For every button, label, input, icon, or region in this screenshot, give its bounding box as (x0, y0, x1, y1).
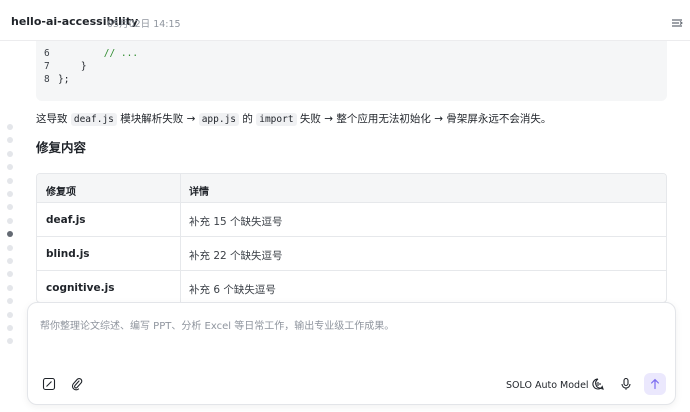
table-cell-item: blind.js (46, 248, 90, 260)
outline-menu-icon[interactable] (670, 15, 684, 29)
code-text: }; (58, 74, 70, 85)
column-divider (180, 174, 181, 302)
inline-code: import (256, 113, 297, 126)
timeline-dot[interactable] (7, 271, 13, 278)
timeline-dot[interactable] (7, 124, 13, 130)
line-number: 6 (44, 48, 50, 59)
table-cell-detail: 补充 6 个缺失逗号 (189, 284, 276, 296)
code-line: 8}; (44, 74, 69, 87)
attachment-icon[interactable] (70, 376, 84, 391)
timeline-dot[interactable] (7, 338, 13, 345)
timeline-dot[interactable] (7, 244, 13, 251)
table-cell-detail: 补充 22 个缺失逗号 (189, 250, 283, 262)
para-text: 失败 → 整个应用无法初始化 → 骨架屏永远不会消失。 (296, 113, 552, 125)
table-header-row: 修复项 详情 (37, 174, 666, 203)
para-text: 模块解析失败 → (116, 113, 199, 125)
timeline-dot[interactable] (7, 150, 13, 157)
timeline-dot[interactable] (7, 191, 13, 197)
code-text: // ... (58, 48, 139, 59)
edit-icon[interactable] (42, 376, 56, 391)
send-button[interactable] (644, 373, 666, 395)
section-heading: 修复内容 (36, 140, 87, 155)
code-text: } (58, 61, 87, 72)
code-line: 7 } (44, 61, 87, 74)
timeline-dot[interactable] (7, 217, 13, 224)
table-cell-detail: 补充 15 个缺失逗号 (189, 216, 283, 228)
para-text: 这导致 (36, 113, 71, 125)
timeline-dot[interactable] (7, 137, 13, 144)
fix-table: 修复项 详情 deaf.js 补充 15 个缺失逗号 blind.js 补充 2… (36, 173, 667, 303)
line-number: 8 (44, 74, 50, 85)
microphone-icon[interactable] (619, 376, 633, 390)
timeline-dot[interactable] (7, 325, 13, 331)
timeline-dot[interactable] (7, 311, 13, 318)
timeline-dot[interactable] (7, 204, 13, 211)
table-row: deaf.js 补充 15 个缺失逗号 (37, 203, 666, 237)
table-cell-item: cognitive.js (46, 282, 115, 294)
voice-chat-icon[interactable] (591, 376, 605, 390)
code-block: 6 // ... 7 } 8}; (36, 41, 667, 101)
inline-code: app.js (198, 113, 240, 126)
timeline-dot[interactable] (7, 298, 13, 305)
table-header-detail: 详情 (189, 187, 209, 198)
model-selector[interactable]: SOLO Auto Model (506, 380, 589, 391)
chat-timestamp: 05月02日 14:15 (107, 19, 181, 30)
timeline-dot[interactable] (7, 164, 13, 171)
table-row: blind.js 补充 22 个缺失逗号 (37, 237, 666, 271)
table-header-item: 修复项 (46, 187, 76, 198)
inline-code: deaf.js (70, 113, 117, 126)
chat-composer[interactable]: 帮你整理论文综述、编写 PPT、分析 Excel 等日常工作，输出专业级工作成果… (27, 302, 676, 405)
timeline-dot[interactable] (7, 284, 13, 291)
table-row: cognitive.js 补充 6 个缺失逗号 (37, 271, 666, 302)
line-number: 7 (44, 61, 50, 72)
explanation-paragraph: 这导致 deaf.js 模块解析失败 → app.js 的 import 失败 … (36, 111, 551, 126)
code-line: 6 // ... (44, 48, 138, 61)
timeline-dot[interactable] (7, 231, 13, 238)
arrow-up-icon (651, 378, 659, 390)
message-timeline[interactable] (7, 124, 15, 345)
chat-header: hello-ai-accessibility 05月02日 14:15 (0, 0, 690, 41)
para-text: 的 (239, 113, 257, 125)
table-cell-item: deaf.js (46, 214, 86, 226)
composer-placeholder[interactable]: 帮你整理论文综述、编写 PPT、分析 Excel 等日常工作，输出专业级工作成果… (40, 317, 394, 332)
timeline-dot[interactable] (7, 177, 13, 184)
timeline-dot[interactable] (7, 258, 13, 264)
